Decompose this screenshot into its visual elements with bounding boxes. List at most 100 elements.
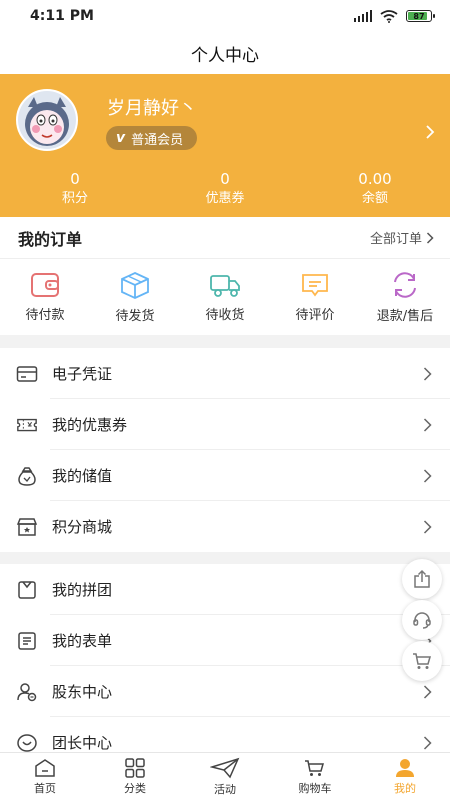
stat-label: 积分 [61,191,88,206]
vip-icon: v [116,130,126,146]
chevron-right-icon [423,366,432,381]
customer-service-icon [413,612,431,629]
stat-balance[interactable]: 0.00 余额 [300,170,450,208]
menu-item-stored-value[interactable]: 我的储值 [0,450,450,501]
tab-mine[interactable]: 我的 [360,753,450,800]
chevron-right-icon [423,735,432,750]
store-icon [16,516,38,538]
tab-label: 分类 [124,781,146,795]
tab-label: 首页 [34,781,56,795]
menu-item-e-voucher[interactable]: 电子凭证 [0,348,450,399]
all-orders-label: 全部订单 [369,232,422,247]
order-status-label: 待收货 [205,307,245,323]
menu-item-forms[interactable]: 我的表单 [0,615,450,666]
order-status-label: 待评价 [295,307,335,323]
order-status-grid: 待付款 待发货 待收货 待评价 退款/售后 [0,259,450,335]
status-time: 4:11 PM [30,8,94,24]
order-pending-receipt[interactable]: 待收货 [180,259,270,335]
tab-cart[interactable]: 购物车 [270,753,360,800]
shareholder-icon [16,681,38,703]
comment-icon [302,273,328,296]
username: 岁月静好丶 [107,98,197,119]
share-icon [414,569,430,588]
tab-activity[interactable]: 活动 [180,753,270,800]
menu-item-label: 我的储值 [52,467,113,485]
menu-item-label: 团长中心 [52,734,113,752]
truck-icon [210,274,240,297]
tab-category[interactable]: 分类 [90,753,180,800]
menu-item-shareholder-center[interactable]: 股东中心 [0,666,450,717]
stat-label: 优惠券 [205,191,245,206]
tab-label: 购物车 [298,781,332,795]
chevron-right-icon [423,468,432,483]
orders-title: 我的订单 [18,229,83,249]
signal-icon [354,10,372,22]
leader-icon [16,732,38,754]
menu-item-label: 我的表单 [52,632,113,650]
menu-item-points-mall[interactable]: 积分商城 [0,501,450,552]
profile-stats: 0 积分 0 优惠券 0.00 余额 [0,170,450,208]
wallet-icon [31,272,59,297]
menu-item-label: 我的拼团 [52,581,113,599]
order-refund[interactable]: 退款/售后 [360,259,450,335]
status-icons: 87 [354,9,435,23]
chevron-right-icon [423,417,432,432]
wifi-icon [380,9,398,23]
paper-plane-icon [210,757,240,778]
form-icon [16,630,38,652]
stat-coupons[interactable]: 0 优惠券 [150,170,300,208]
stat-label: 余额 [361,191,388,206]
menu-item-group-buy[interactable]: 我的拼团 [0,564,450,615]
menu-item-label: 积分商城 [52,518,113,536]
menu-item-coupons[interactable]: 我的优惠券 [0,399,450,450]
avatar[interactable] [16,89,78,151]
profile-card[interactable]: 岁月静好丶 v 普通会员 0 积分 0 优惠券 0.00 余额 [0,74,450,217]
card-icon [16,363,38,385]
menu-group-1: 电子凭证 我的优惠券 我的储值 积分商城 [0,348,450,552]
member-badge[interactable]: v 普通会员 [106,126,198,150]
tab-label: 我的 [394,781,416,795]
category-icon [125,757,145,778]
customer-service-button[interactable] [402,600,442,640]
battery-percent: 87 [413,11,425,21]
chevron-right-icon [423,684,432,699]
all-orders-link[interactable]: 全部订单 [370,228,434,247]
menu-group-2: 我的拼团 我的表单 股东中心 团长中心 [0,564,450,768]
bottom-tab-bar: 首页 分类 活动 购物车 我的 [0,752,450,800]
cart-icon [305,759,324,776]
stat-value: 0 [220,170,230,188]
refund-icon [394,271,416,298]
order-pending-payment[interactable]: 待付款 [0,259,90,335]
stat-value: 0.00 [358,170,392,188]
order-status-label: 退款/售后 [376,308,434,324]
chevron-right-icon [423,519,432,534]
menu-item-label: 我的优惠券 [52,416,128,434]
chevron-right-icon[interactable] [424,124,436,140]
order-status-label: 待发货 [115,308,155,324]
share-button[interactable] [402,559,442,599]
order-pending-shipment[interactable]: 待发货 [90,259,180,335]
orders-header: 我的订单 全部订单 [0,217,450,259]
money-bag-icon [16,465,38,487]
stat-value: 0 [70,170,80,188]
home-icon [35,758,55,777]
group-buy-icon [16,579,38,601]
order-pending-review[interactable]: 待评价 [270,259,360,335]
battery-icon: 87 [406,10,435,22]
menu-item-label: 股东中心 [52,683,113,701]
package-icon [121,271,149,299]
status-bar: 4:11 PM 87 [0,0,450,32]
tab-home[interactable]: 首页 [0,753,90,800]
orders-section: 我的订单 全部订单 待付款 待发货 待收货 待评价 退款/售后 [0,217,450,335]
member-level: 普通会员 [131,132,184,148]
avatar-image [18,91,76,149]
title-bar: 个人中心 [0,32,450,74]
coupon-icon [16,414,38,436]
menu-item-label: 电子凭证 [52,365,113,383]
stat-points[interactable]: 0 积分 [0,170,150,208]
cart-float-button[interactable] [402,641,442,681]
cart-icon [413,653,431,669]
chevron-right-icon [426,231,434,244]
person-icon [396,758,414,777]
page-title: 个人中心 [191,45,259,66]
